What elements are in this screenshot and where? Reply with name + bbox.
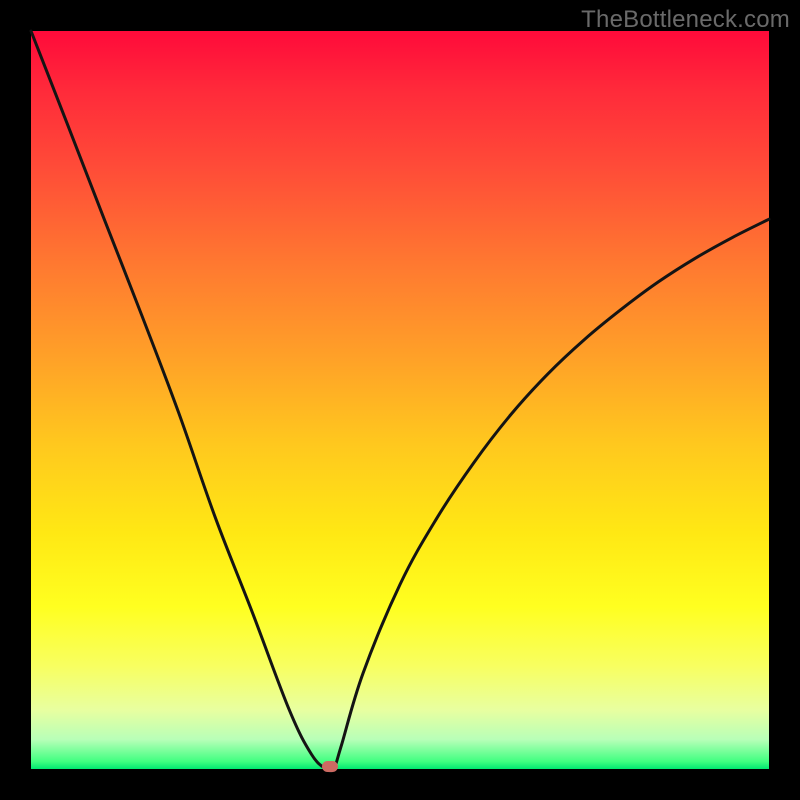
optimal-marker [322, 761, 338, 772]
curve-layer [31, 31, 769, 769]
plot-area [31, 31, 769, 769]
bottleneck-curve [31, 31, 769, 772]
chart-frame: TheBottleneck.com [0, 0, 800, 800]
watermark-text: TheBottleneck.com [581, 6, 790, 34]
